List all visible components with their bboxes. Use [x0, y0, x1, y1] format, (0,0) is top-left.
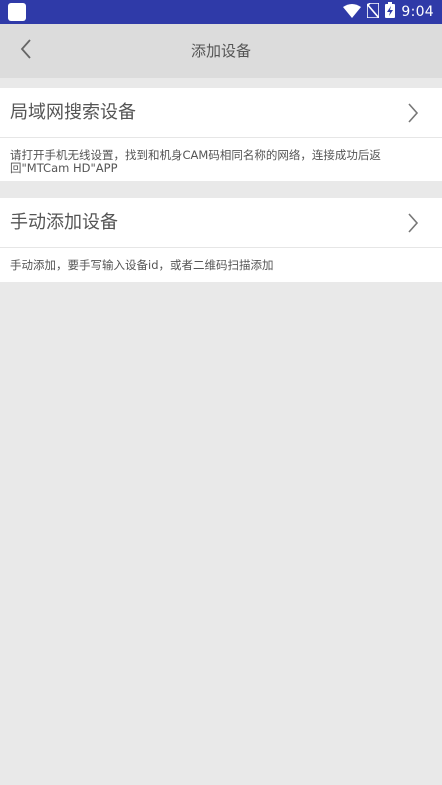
manual-add-description: 手动添加，要手写输入设备id，或者二维码扫描添加 — [10, 258, 274, 272]
status-time: 9:04 — [401, 4, 434, 20]
manual-add-device-label: 手动添加设备 — [10, 212, 118, 233]
wifi-icon — [343, 3, 362, 22]
lan-search-device-item[interactable]: 局域网搜索设备 — [0, 88, 442, 138]
manual-add-card: 手动添加设备 手动添加，要手写输入设备id，或者二维码扫描添加 — [0, 198, 442, 282]
status-icons: 9:04 — [343, 0, 434, 24]
page-title: 添加设备 — [190, 42, 251, 60]
battery-charging-icon — [385, 2, 396, 22]
no-sim-icon — [366, 1, 381, 22]
notification-app-icon — [8, 3, 26, 21]
status-bar: 9:04 — [0, 0, 442, 24]
app-bar: 添加设备 — [0, 24, 442, 78]
lan-search-card: 局域网搜索设备 请打开手机无线设置，找到和机身CAM码相同名称的网络，连接成功后… — [0, 88, 442, 181]
lan-search-device-label: 局域网搜索设备 — [10, 102, 136, 123]
lan-search-description: 请打开手机无线设置，找到和机身CAM码相同名称的网络，连接成功后返回"MTCam… — [10, 148, 381, 175]
chevron-right-icon — [406, 212, 420, 234]
manual-add-device-item[interactable]: 手动添加设备 — [0, 198, 442, 248]
chevron-right-icon — [406, 102, 420, 124]
